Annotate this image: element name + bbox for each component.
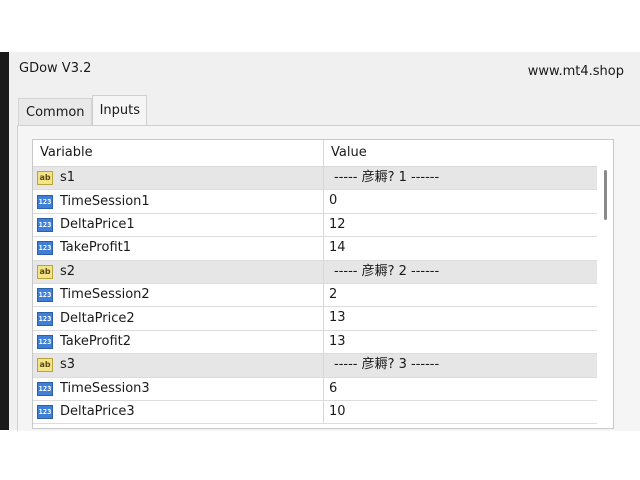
- variable-cell: ab s3: [33, 354, 324, 377]
- table-row[interactable]: 123 TimeSession3 6: [33, 377, 613, 401]
- number-type-icon: 123: [37, 311, 53, 326]
- number-type-icon: 123: [37, 241, 53, 256]
- inputs-grid: Variable Value ab s1 ----- 彦耨? 1 ------ 123…: [32, 139, 614, 429]
- value-cell[interactable]: 14: [324, 237, 613, 259]
- table-row[interactable]: 123 DeltaPrice3 10: [33, 400, 613, 425]
- string-type-icon: ab: [37, 264, 53, 279]
- tab-inputs[interactable]: Inputs: [91, 95, 147, 127]
- tab-bar: Common Inputs: [18, 95, 147, 127]
- column-header-variable[interactable]: Variable: [33, 140, 324, 166]
- string-type-icon: ab: [37, 358, 53, 373]
- variable-name: s2: [60, 263, 76, 279]
- variable-cell: 123 DeltaPrice2: [33, 307, 324, 330]
- variable-cell: ab s2: [33, 260, 324, 283]
- variable-cell: 123 TakeProfit1: [33, 237, 324, 260]
- column-header-value[interactable]: Value: [324, 140, 613, 166]
- background-window-edge: [0, 52, 9, 430]
- ea-properties-window: GDow V3.2 www.mt4.shop Common Inputs Var…: [9, 52, 640, 431]
- vertical-scrollbar[interactable]: [597, 140, 613, 428]
- window-title: GDow V3.2: [19, 61, 92, 76]
- variable-name: DeltaPrice3: [60, 404, 135, 420]
- variable-name: TimeSession2: [60, 287, 150, 303]
- variable-name: s3: [60, 357, 76, 373]
- table-row[interactable]: ab s2 ----- 彦耨? 2 ------: [33, 260, 613, 284]
- number-type-icon: 123: [37, 217, 53, 232]
- variable-name: DeltaPrice2: [60, 310, 135, 326]
- table-row[interactable]: 123 TakeProfit1 14: [33, 237, 613, 261]
- table-row[interactable]: 123 TimeSession2 2: [33, 283, 613, 308]
- value-cell[interactable]: ----- 彦耨? 3 ------: [324, 354, 613, 376]
- string-type-icon: ab: [37, 171, 53, 186]
- number-type-icon: 123: [37, 288, 53, 303]
- inputs-panel: Variable Value ab s1 ----- 彦耨? 1 ------ 123…: [17, 125, 640, 431]
- value-cell[interactable]: 0: [324, 190, 613, 212]
- table-row[interactable]: 123 TakeProfit2 13: [33, 330, 613, 355]
- variable-cell: ab s1: [33, 167, 324, 190]
- variable-cell: 123 TimeSession3: [33, 377, 324, 400]
- value-cell[interactable]: 12: [324, 214, 613, 236]
- variable-name: TimeSession3: [60, 380, 150, 396]
- variable-name: TakeProfit2: [60, 333, 131, 349]
- value-cell[interactable]: 10: [324, 401, 613, 423]
- variable-name: s1: [60, 170, 76, 186]
- table-row[interactable]: 123 DeltaPrice1 12: [33, 213, 613, 238]
- site-watermark: www.mt4.shop: [527, 64, 624, 79]
- variable-name: TimeSession1: [60, 193, 150, 209]
- variable-cell: 123 DeltaPrice3: [33, 400, 324, 424]
- variable-cell: 123 DeltaPrice1: [33, 213, 324, 237]
- value-cell[interactable]: 6: [324, 378, 613, 400]
- variable-cell: 123 TimeSession2: [33, 283, 324, 307]
- variable-cell: 123 TimeSession1: [33, 190, 324, 213]
- number-type-icon: 123: [37, 381, 53, 396]
- table-row[interactable]: 123 TimeSession1 0: [33, 190, 613, 214]
- number-type-icon: 123: [37, 405, 53, 420]
- variable-cell: 123 TakeProfit2: [33, 330, 324, 354]
- number-type-icon: 123: [37, 334, 53, 349]
- table-row[interactable]: ab s1 ----- 彦耨? 1 ------: [33, 167, 613, 191]
- value-cell[interactable]: ----- 彦耨? 2 ------: [324, 261, 613, 283]
- table-row[interactable]: ab s3 ----- 彦耨? 3 ------: [33, 354, 613, 378]
- number-type-icon: 123: [37, 194, 53, 209]
- value-cell[interactable]: ----- 彦耨? 1 ------: [324, 167, 613, 189]
- value-cell[interactable]: 13: [324, 331, 613, 353]
- variable-name: TakeProfit1: [60, 240, 131, 256]
- grid-rows: ab s1 ----- 彦耨? 1 ------ 123 TimeSession1 0 12…: [33, 167, 613, 425]
- value-cell[interactable]: 2: [324, 284, 613, 306]
- table-row[interactable]: 123 DeltaPrice2 13: [33, 307, 613, 331]
- scrollbar-thumb[interactable]: [604, 170, 607, 220]
- tab-common[interactable]: Common: [18, 98, 92, 126]
- variable-name: DeltaPrice1: [60, 216, 135, 232]
- grid-header: Variable Value: [33, 140, 613, 167]
- value-cell[interactable]: 13: [324, 307, 613, 329]
